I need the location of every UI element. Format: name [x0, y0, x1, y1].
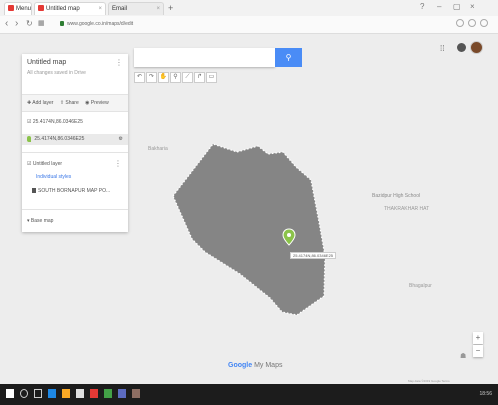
map-title[interactable]: Untitled map: [27, 59, 66, 66]
polygon-icon: [32, 188, 36, 194]
map-place-label: Bhagalpur: [409, 283, 432, 289]
layer-2-header[interactable]: ☑ Untitled layer: [27, 161, 62, 167]
zoom-out-button[interactable]: −: [473, 345, 483, 357]
drawing-toolbar: ↶ ↷ ✋ ⚲ ⟋ ↱ ▭: [134, 72, 217, 83]
layer-1-name: 25.4174N,86.0346E25: [32, 119, 83, 125]
extension-icon[interactable]: [468, 19, 476, 27]
back-icon[interactable]: ‹: [5, 18, 8, 30]
map-place-label: Bakharia: [148, 146, 168, 152]
search-icon: ⚲: [285, 53, 292, 62]
app-icon[interactable]: [104, 389, 112, 398]
search-input[interactable]: [134, 48, 275, 67]
draw-line-icon[interactable]: ⟋: [182, 72, 193, 83]
layer-2-name: Untitled layer: [32, 161, 63, 167]
redo-icon[interactable]: ↷: [146, 72, 157, 83]
tab-untitled-map[interactable]: Untitled map ×: [34, 2, 106, 15]
more-options-icon[interactable]: ⋮: [115, 58, 123, 67]
apps-icon[interactable]: ▦: [38, 18, 45, 30]
close-tab-icon[interactable]: ×: [156, 3, 160, 15]
map-place-label: THAKRAKHAR HAT: [384, 206, 430, 212]
store-icon[interactable]: [76, 389, 84, 398]
task-view-icon[interactable]: [34, 389, 42, 398]
app-icon[interactable]: [132, 389, 140, 398]
ruler-icon[interactable]: ▭: [206, 72, 217, 83]
pegman-icon[interactable]: ☗: [460, 352, 466, 360]
apps-grid-icon[interactable]: ⁞⁞: [440, 44, 444, 53]
zoom-in-button[interactable]: +: [473, 332, 483, 344]
map-place-label: Bazidpur High School: [372, 193, 421, 199]
area-polygon[interactable]: [172, 143, 326, 316]
layer-1: ☑ 25.4174N,86.0346E25 25.4174N,86.0346E2…: [22, 114, 128, 153]
chrome-icon[interactable]: [90, 389, 98, 398]
google-my-maps-logo: Google My Maps: [228, 362, 283, 369]
extension-icon[interactable]: [480, 19, 488, 27]
panel-actions: ✚ Add layer ⇪ Share ◉ Preview: [22, 94, 128, 112]
layers-panel: Untitled map All changes saved in Drive …: [22, 54, 128, 232]
map-attribution[interactable]: Map data ©2019 Google Terms: [408, 379, 450, 383]
chevron-down-icon: ▾: [27, 218, 30, 224]
layer-2: ☑ Untitled layer ⋮ Individual styles SOU…: [22, 159, 128, 210]
search-button[interactable]: ⚲: [275, 48, 302, 67]
secure-lock-icon: [60, 21, 64, 27]
style-icon[interactable]: ⚙: [119, 134, 123, 145]
forward-icon[interactable]: ›: [15, 18, 18, 30]
map-canvas[interactable]: Bakharia Bazidpur High School THAKRAKHAR…: [0, 34, 498, 384]
save-status: All changes saved in Drive: [27, 70, 86, 76]
system-clock[interactable]: 18:56: [479, 391, 492, 397]
base-map-toggle[interactable]: ▾ Base map: [27, 218, 53, 224]
layer-2-item[interactable]: SOUTH BORNAPUR MAP PO...: [32, 188, 110, 194]
tab-email[interactable]: Email ×: [108, 2, 164, 15]
layer-visibility-checkbox[interactable]: ☑: [27, 161, 31, 167]
layer-1-item[interactable]: 25.4174N,86.0346E25 ⚙: [22, 134, 128, 145]
share-button[interactable]: ⇪ Share: [60, 100, 79, 106]
close-window-icon[interactable]: ×: [470, 2, 475, 12]
address-bar: ‹ › ↻ ▦ www.google.co.in/maps/d/edit: [0, 16, 498, 34]
hand-icon[interactable]: ✋: [158, 72, 169, 83]
app-icon[interactable]: [118, 389, 126, 398]
minimize-icon[interactable]: –: [437, 2, 441, 12]
individual-styles-link[interactable]: Individual styles: [36, 174, 71, 180]
tab-bar: Menu Untitled map × Email × + ? – ▢ ×: [0, 0, 498, 16]
map-marker-icon[interactable]: [282, 228, 296, 246]
preview-button[interactable]: ◉ Preview: [85, 100, 109, 106]
marker-label: 25.4174N,86.0346E25: [290, 252, 337, 259]
app-favicon-icon: [8, 5, 14, 12]
maps-favicon-icon: [38, 5, 44, 12]
add-layer-button[interactable]: ✚ Add layer: [27, 100, 53, 106]
reload-icon[interactable]: ↻: [26, 18, 33, 30]
add-marker-icon[interactable]: ⚲: [170, 72, 181, 83]
search-icon[interactable]: [20, 389, 28, 398]
extension-icon[interactable]: [456, 19, 464, 27]
maximize-icon[interactable]: ▢: [453, 2, 461, 12]
undo-icon[interactable]: ↶: [134, 72, 145, 83]
taskbar: 18:56: [0, 384, 498, 405]
layer-options-icon[interactable]: ⋮: [114, 159, 122, 168]
edge-icon[interactable]: [48, 389, 56, 398]
tab-menu[interactable]: Menu: [4, 2, 32, 15]
windows-start-icon[interactable]: [6, 389, 14, 398]
notifications-icon[interactable]: [457, 43, 466, 52]
avatar[interactable]: [470, 41, 483, 54]
url-field[interactable]: www.google.co.in/maps/d/edit: [60, 18, 440, 30]
layer-1-header[interactable]: ☑ 25.4174N,86.0346E25: [27, 119, 83, 125]
close-tab-icon[interactable]: ×: [98, 3, 102, 15]
file-explorer-icon[interactable]: [62, 389, 70, 398]
new-tab-icon[interactable]: +: [168, 3, 173, 13]
layer-visibility-checkbox[interactable]: ☑: [27, 119, 31, 125]
help-icon[interactable]: ?: [420, 2, 424, 12]
route-icon[interactable]: ↱: [194, 72, 205, 83]
marker-icon: [27, 135, 31, 142]
